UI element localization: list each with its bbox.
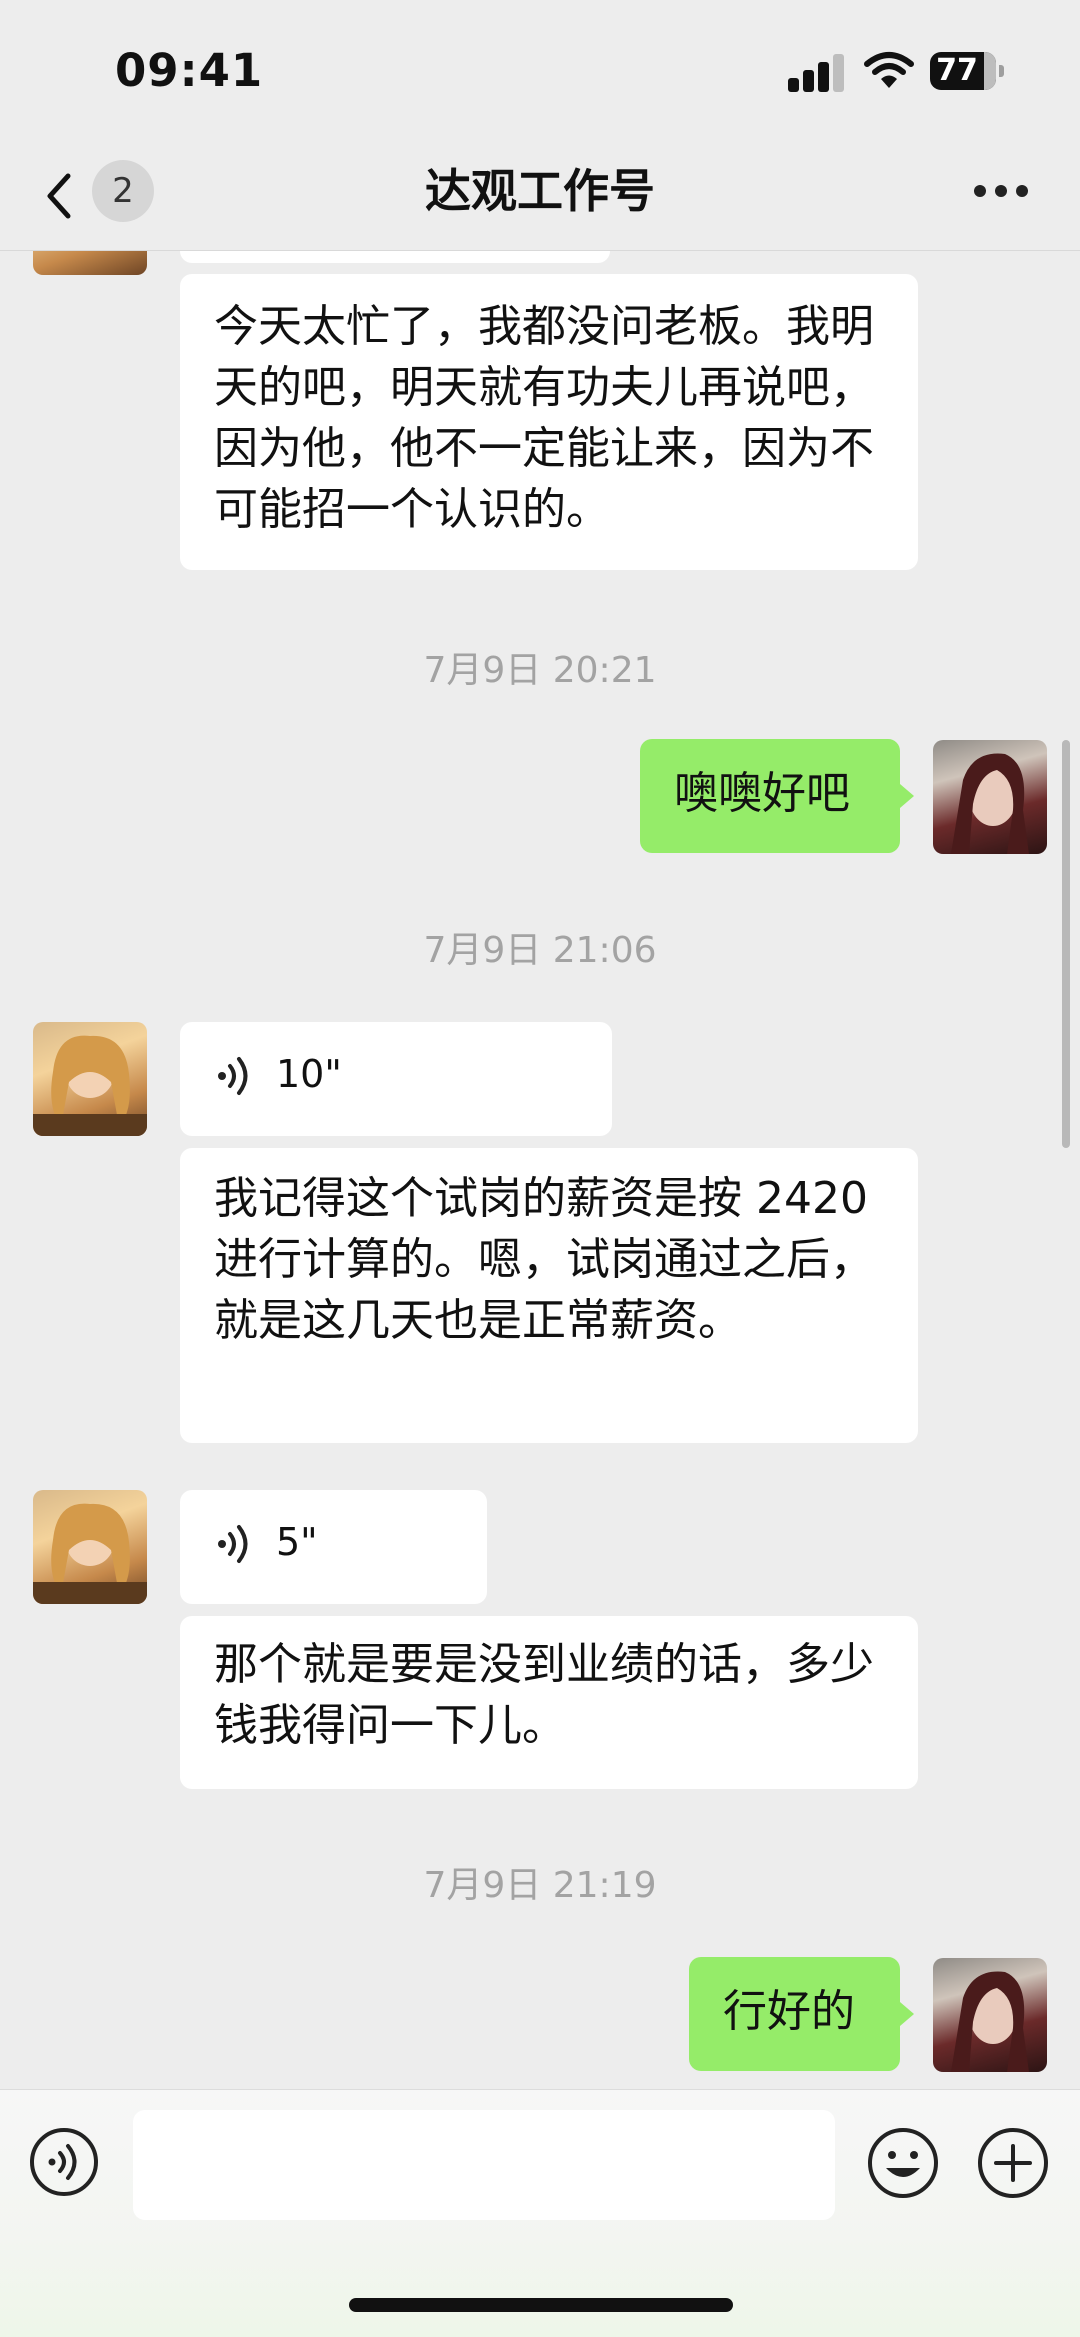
message-bubble-incoming[interactable]: 我记得这个试岗的薪资是按 2420 进行计算的。嗯，试岗通过之后，就是这几天也是… bbox=[180, 1148, 918, 1443]
message-input[interactable] bbox=[133, 2110, 835, 2220]
message-text: 今天太忙了，我都没问老板。我明天的吧，明天就有功夫儿再说吧，因为他，他不一定能让… bbox=[214, 301, 874, 535]
my-avatar[interactable] bbox=[933, 1958, 1047, 2072]
message-timestamp: 7月9日 20:21 bbox=[423, 650, 657, 691]
scrollbar[interactable] bbox=[1062, 740, 1070, 1148]
emoji-icon[interactable] bbox=[866, 2126, 940, 2200]
contact-avatar[interactable] bbox=[33, 1022, 147, 1136]
status-time: 09:41 bbox=[115, 44, 264, 97]
contact-avatar[interactable] bbox=[33, 251, 147, 275]
voice-message-bubble[interactable]: 10" bbox=[180, 1022, 612, 1136]
voice-duration: 5" bbox=[276, 1520, 318, 1564]
my-avatar[interactable] bbox=[933, 740, 1047, 854]
signal-icon bbox=[788, 52, 846, 92]
message-bubble-outgoing[interactable]: 噢噢好吧 bbox=[640, 739, 900, 853]
message-bubble-partial bbox=[180, 251, 610, 263]
message-timestamp: 7月9日 21:06 bbox=[423, 930, 657, 971]
bubble-tail bbox=[900, 784, 914, 808]
message-text: 那个就是要是没到业绩的话，多少钱我得问一下儿。 bbox=[214, 1639, 874, 1751]
voice-wave-icon bbox=[218, 1525, 248, 1563]
message-bubble-outgoing[interactable]: 行好的 bbox=[689, 1957, 900, 2071]
voice-duration: 10" bbox=[276, 1052, 342, 1096]
message-text: 行好的 bbox=[723, 1986, 855, 2037]
voice-message-bubble[interactable]: 5" bbox=[180, 1490, 487, 1604]
message-timestamp: 7月9日 21:19 bbox=[423, 1865, 657, 1906]
voice-wave-icon bbox=[218, 1057, 248, 1095]
more-icon[interactable] bbox=[974, 182, 1028, 200]
contact-avatar[interactable] bbox=[33, 1490, 147, 1604]
message-bubble-incoming[interactable]: 今天太忙了，我都没问老板。我明天的吧，明天就有功夫儿再说吧，因为他，他不一定能让… bbox=[180, 274, 918, 570]
chat-title: 达观工作号 bbox=[425, 164, 655, 218]
battery-level: 77 bbox=[936, 53, 978, 88]
home-indicator[interactable] bbox=[349, 2298, 733, 2312]
plus-icon[interactable] bbox=[976, 2126, 1050, 2200]
voice-input-icon[interactable] bbox=[28, 2126, 100, 2198]
bubble-tail bbox=[900, 2002, 914, 2026]
message-bubble-incoming[interactable]: 那个就是要是没到业绩的话，多少钱我得问一下儿。 bbox=[180, 1616, 918, 1789]
chat-message-list[interactable]: 今天太忙了，我都没问老板。我明天的吧，明天就有功夫儿再说吧，因为他，他不一定能让… bbox=[0, 251, 1080, 2089]
message-text: 我记得这个试岗的薪资是按 2420 进行计算的。嗯，试岗通过之后，就是这几天也是… bbox=[214, 1173, 874, 1346]
message-text: 噢噢好吧 bbox=[674, 768, 850, 819]
wifi-icon bbox=[864, 50, 914, 90]
battery-icon: 77 bbox=[930, 52, 1004, 90]
